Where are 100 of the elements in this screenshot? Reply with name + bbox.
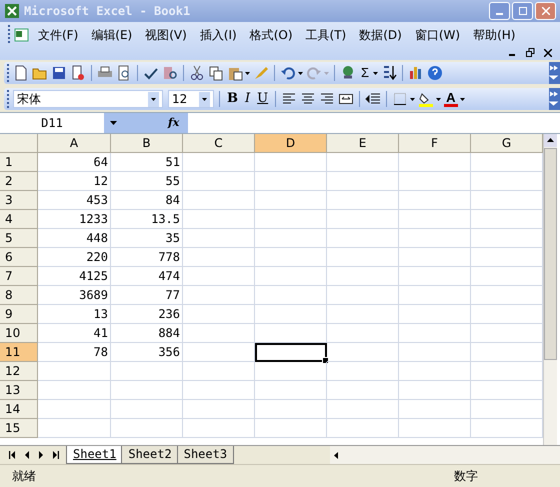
next-sheet-icon[interactable] [36, 450, 46, 460]
empty-cell [327, 419, 399, 438]
empty-cell [111, 400, 183, 419]
column-header[interactable]: E [327, 134, 399, 153]
grip-icon [8, 24, 11, 46]
minimize-button[interactable] [489, 2, 510, 20]
toolbar-options-icon[interactable] [549, 88, 560, 110]
italic-button[interactable]: I [243, 91, 252, 107]
scissors-icon[interactable] [189, 65, 205, 81]
restore-icon[interactable] [526, 48, 535, 57]
spreadsheet-icon[interactable] [14, 27, 30, 43]
new-document-icon[interactable] [13, 65, 29, 81]
empty-cell [255, 305, 327, 324]
font-color-button[interactable]: A [444, 91, 458, 107]
menu-item[interactable]: 视图(V) [140, 26, 192, 44]
menu-item[interactable]: 窗口(W) [410, 26, 466, 44]
close-icon[interactable] [544, 48, 552, 56]
menu-item[interactable]: 工具(T) [300, 26, 352, 44]
vertical-scrollbar[interactable] [543, 134, 557, 445]
menu-item[interactable]: 编辑(E) [86, 26, 138, 44]
menu-item[interactable]: 帮助(H) [468, 26, 520, 44]
row-header[interactable]: 12 [0, 362, 38, 381]
bold-button[interactable]: B [225, 91, 240, 107]
caret-icon[interactable] [298, 72, 303, 74]
row-header[interactable]: 7 [0, 267, 38, 286]
sheet-tab[interactable]: Sheet2 [121, 446, 179, 464]
row-header[interactable]: 6 [0, 248, 38, 267]
menu-item[interactable]: 数据(D) [354, 26, 407, 44]
empty-cell [399, 229, 471, 248]
column-header[interactable]: G [471, 134, 543, 153]
column-header[interactable]: A [38, 134, 111, 153]
row-header[interactable]: 1 [0, 153, 38, 172]
caret-icon[interactable] [245, 72, 250, 74]
active-cell[interactable] [255, 343, 327, 362]
paste-icon[interactable] [227, 65, 243, 81]
merge-center-icon[interactable] [338, 91, 354, 107]
caret-icon[interactable] [460, 98, 464, 100]
fill-bucket-icon[interactable] [418, 91, 434, 107]
row-header[interactable]: 14 [0, 400, 38, 419]
column-header[interactable]: F [399, 134, 471, 153]
caret-icon[interactable] [110, 121, 117, 125]
caret-icon[interactable] [436, 98, 442, 100]
toolbar-options-icon[interactable] [549, 62, 560, 84]
font-name-dropdown[interactable]: 宋体 [13, 90, 163, 108]
empty-cell [183, 305, 255, 324]
last-sheet-icon[interactable] [50, 450, 60, 460]
insert-function-button[interactable]: fx [168, 113, 188, 133]
row-header[interactable]: 10 [0, 324, 38, 343]
close-button[interactable] [535, 2, 556, 20]
menu-item[interactable]: 格式(O) [244, 26, 298, 44]
scroll-thumb[interactable] [544, 148, 557, 360]
undo-icon[interactable] [280, 65, 296, 81]
empty-cell [399, 191, 471, 210]
autosum-button[interactable]: Σ [359, 65, 372, 81]
empty-cell [327, 362, 399, 381]
row-header[interactable]: 11 [0, 343, 38, 362]
caret-icon[interactable] [410, 98, 416, 100]
sheet-tab[interactable]: Sheet1 [66, 446, 124, 464]
row-header[interactable]: 15 [0, 419, 38, 438]
borders-icon[interactable] [392, 91, 408, 107]
row-header[interactable]: 9 [0, 305, 38, 324]
empty-cell [399, 153, 471, 172]
empty-cell [327, 172, 399, 191]
first-sheet-icon[interactable] [8, 450, 18, 460]
column-header[interactable]: B [111, 134, 183, 153]
copy-icon[interactable] [208, 65, 224, 81]
table-cell: 12 [38, 172, 111, 191]
row-header[interactable]: 8 [0, 286, 38, 305]
row-header[interactable]: 13 [0, 381, 38, 400]
sort-icon[interactable] [381, 65, 398, 81]
column-header[interactable]: D [255, 134, 327, 153]
row-header[interactable]: 2 [0, 172, 38, 191]
table-cell: 448 [38, 229, 111, 248]
table-cell: 84 [111, 191, 183, 210]
horizontal-scrollbar[interactable] [330, 446, 560, 464]
row-header[interactable]: 5 [0, 229, 38, 248]
row-header[interactable]: 3 [0, 191, 38, 210]
font-size-dropdown[interactable]: 12 [168, 90, 214, 108]
empty-cell [183, 172, 255, 191]
scroll-up-icon[interactable] [544, 134, 557, 147]
caret-icon[interactable] [373, 72, 378, 74]
column-header[interactable]: C [183, 134, 255, 153]
caret-icon[interactable] [148, 92, 159, 106]
empty-cell [255, 248, 327, 267]
underline-button[interactable]: U [255, 91, 270, 107]
table-cell: 356 [111, 343, 183, 362]
permission-icon[interactable] [70, 65, 86, 81]
sheet-tab[interactable]: Sheet3 [176, 446, 234, 464]
menu-item[interactable]: 文件(F) [33, 26, 84, 44]
maximize-button[interactable] [512, 2, 533, 20]
name-box[interactable]: D11 [0, 113, 104, 133]
window-title: Microsoft Excel - Book1 [24, 4, 190, 18]
row-header[interactable]: 4 [0, 210, 38, 229]
empty-cell [183, 286, 255, 305]
caret-icon[interactable] [199, 92, 210, 106]
empty-cell [183, 381, 255, 400]
menu-item[interactable]: 插入(I) [194, 26, 242, 44]
table-cell: 35 [111, 229, 183, 248]
help-icon[interactable] [427, 65, 444, 81]
empty-cell [327, 210, 399, 229]
